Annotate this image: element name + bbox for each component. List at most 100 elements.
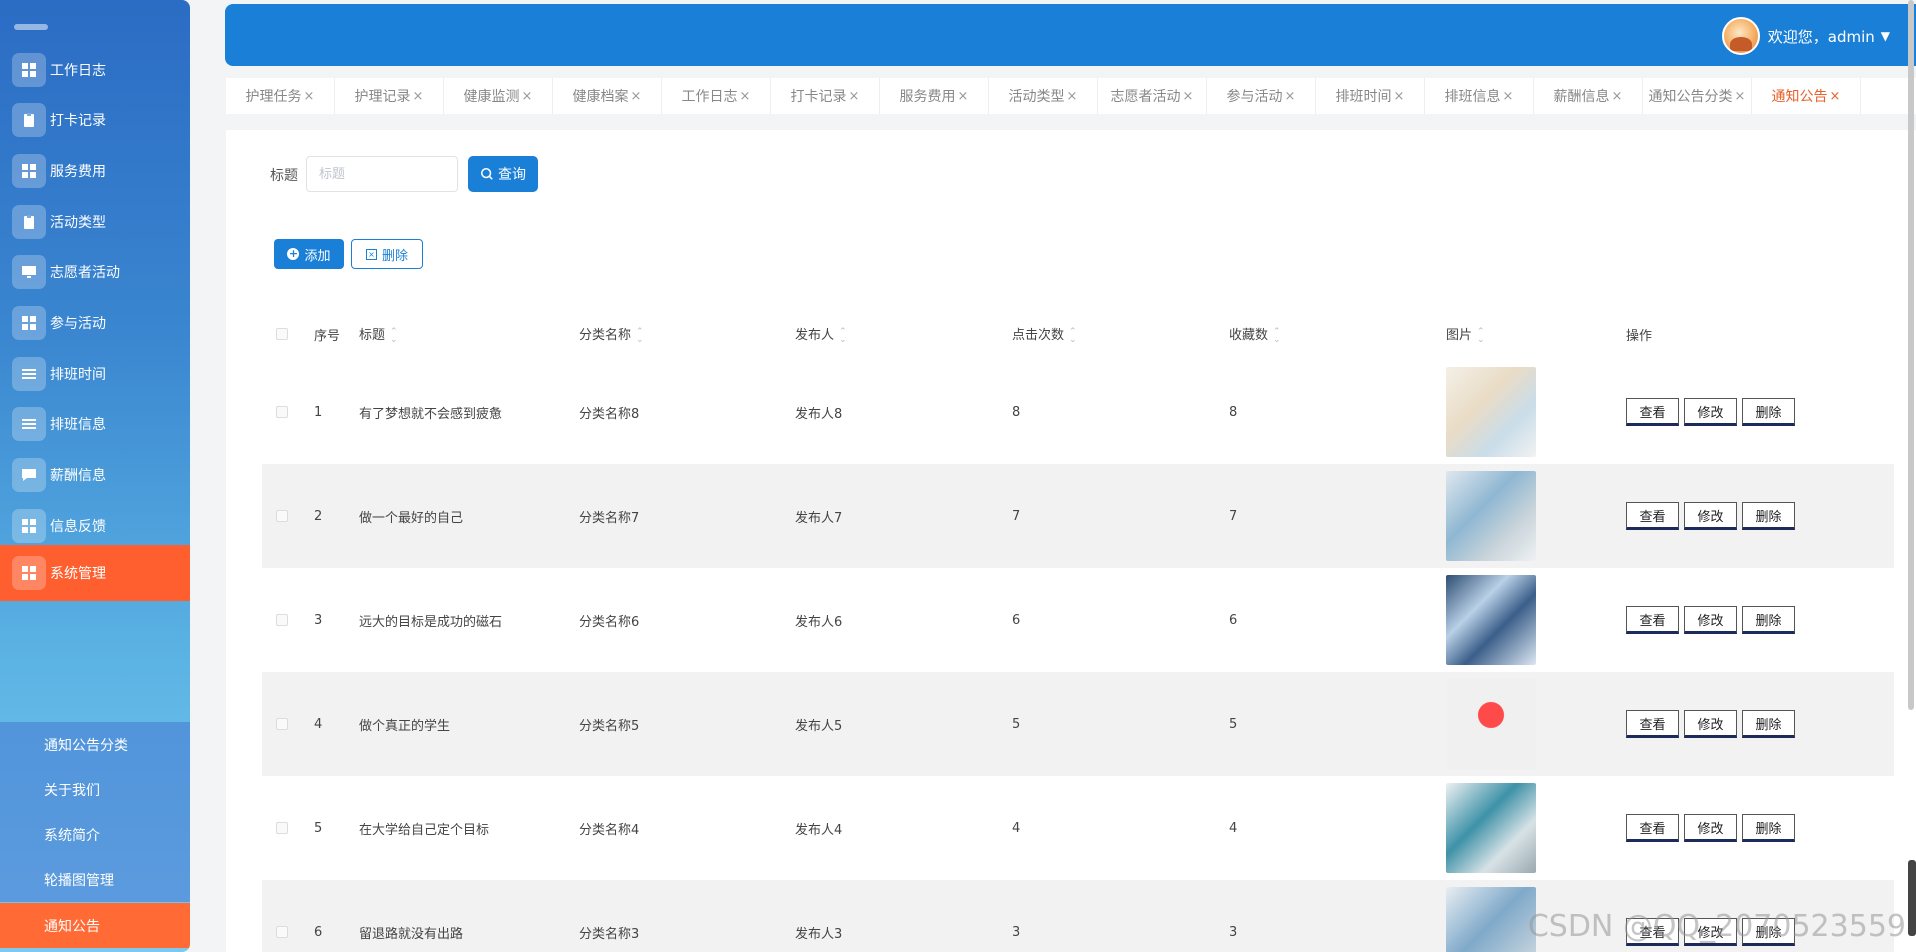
edit-button[interactable]: 修改	[1684, 502, 1737, 530]
sidebar-sub-item-0[interactable]: 通知公告分类	[0, 722, 190, 767]
header-category[interactable]: 分类名称 ⌃ ⌄	[579, 324, 795, 344]
row-checkbox[interactable]	[276, 614, 288, 626]
edit-button[interactable]: 修改	[1684, 398, 1737, 426]
view-button[interactable]: 查看	[1626, 710, 1679, 738]
edit-button[interactable]: 修改	[1684, 710, 1737, 738]
row-checkbox[interactable]	[276, 926, 288, 938]
sidebar-sub-item-4[interactable]: 通知公告	[0, 903, 190, 948]
tab-9[interactable]: 参与活动 ×	[1207, 78, 1316, 114]
sidebar-item-0[interactable]: 工作日志	[0, 42, 190, 98]
header-favorites[interactable]: 收藏数 ⌃ ⌄	[1229, 324, 1446, 344]
tab-0[interactable]: 护理任务 ×	[226, 78, 335, 114]
grid-icon	[12, 556, 46, 590]
chat-icon	[12, 458, 46, 492]
close-icon[interactable]: ×	[1830, 89, 1841, 104]
add-button[interactable]: + 添加	[274, 239, 344, 269]
row-checkbox[interactable]	[276, 510, 288, 522]
row-checkbox[interactable]	[276, 406, 288, 418]
tab-label: 服务费用	[899, 89, 956, 105]
sidebar-item-10[interactable]: 系统管理	[0, 545, 190, 601]
row-delete-button[interactable]: 删除	[1742, 502, 1795, 530]
scrollbar-handle[interactable]	[1908, 860, 1916, 936]
user-menu[interactable]: 欢迎您，admin ▼	[1721, 17, 1890, 55]
cell-favorites: 7	[1229, 508, 1238, 524]
tab-4[interactable]: 工作日志 ×	[662, 78, 771, 114]
header-clicks[interactable]: 点击次数 ⌃ ⌄	[1012, 324, 1229, 344]
edit-button[interactable]: 修改	[1684, 606, 1737, 634]
sidebar-item-1[interactable]: 打卡记录	[0, 92, 190, 148]
close-icon[interactable]: ×	[958, 89, 969, 104]
view-button[interactable]: 查看	[1626, 502, 1679, 530]
cell-publisher: 发布人6	[795, 614, 843, 630]
row-delete-button[interactable]: 删除	[1742, 710, 1795, 738]
row-delete-button[interactable]: 删除	[1742, 606, 1795, 634]
sidebar-item-label: 排班时间	[50, 367, 106, 383]
close-icon[interactable]: ×	[1612, 89, 1623, 104]
tab-14[interactable]: 通知公告 ×	[1752, 78, 1861, 114]
tab-7[interactable]: 活动类型 ×	[989, 78, 1098, 114]
page-scrollbar[interactable]	[1906, 0, 1916, 952]
row-checkbox[interactable]	[276, 822, 288, 834]
view-button[interactable]: 查看	[1626, 814, 1679, 842]
tab-6[interactable]: 服务费用 ×	[880, 78, 989, 114]
close-icon[interactable]: ×	[740, 89, 751, 104]
sidebar-item-6[interactable]: 排班时间	[0, 346, 190, 402]
sidebar-item-8[interactable]: 薪酬信息	[0, 447, 190, 503]
edit-button[interactable]: 修改	[1684, 814, 1737, 842]
close-icon[interactable]: ×	[304, 89, 315, 104]
row-delete-button[interactable]: 删除	[1742, 398, 1795, 426]
tab-1[interactable]: 护理记录 ×	[335, 78, 444, 114]
close-icon[interactable]: ×	[631, 89, 642, 104]
sidebar: 工作日志 打卡记录 服务费用 活动类型 志愿者活动 参与活动 排班时间 排班信息 薪酬信息 信息反…	[0, 0, 190, 952]
tab-8[interactable]: 志愿者活动 ×	[1098, 78, 1207, 114]
sidebar-item-5[interactable]: 参与活动	[0, 295, 190, 351]
caret-down-icon: ▼	[1880, 29, 1890, 43]
sidebar-item-4[interactable]: 志愿者活动	[0, 244, 190, 300]
sidebar-sub-item-3[interactable]: 轮播图管理	[0, 857, 190, 902]
select-all-checkbox[interactable]	[276, 328, 288, 340]
tab-12[interactable]: 薪酬信息 ×	[1534, 78, 1643, 114]
tab-13[interactable]: 通知公告分类 ×	[1643, 78, 1752, 114]
sidebar-item-7[interactable]: 排班信息	[0, 396, 190, 452]
close-icon[interactable]: ×	[1503, 89, 1514, 104]
close-icon[interactable]: ×	[1067, 89, 1078, 104]
tab-11[interactable]: 排班信息 ×	[1425, 78, 1534, 114]
header-publisher[interactable]: 发布人 ⌃ ⌄	[795, 324, 1012, 344]
cell-publisher: 发布人5	[795, 718, 843, 734]
table-row: 1 有了梦想就不会感到疲惫 分类名称8 发布人8 8 8 查看 修改 删除	[262, 360, 1894, 464]
sidebar-item-3[interactable]: 活动类型	[0, 194, 190, 250]
row-checkbox[interactable]	[276, 718, 288, 730]
title-search-input[interactable]	[306, 156, 458, 192]
header-image[interactable]: 图片 ⌃ ⌄	[1446, 324, 1626, 344]
close-icon[interactable]: ×	[1183, 89, 1194, 104]
scrollbar-thumb[interactable]	[1908, 0, 1914, 710]
tab-3[interactable]: 健康档案 ×	[553, 78, 662, 114]
delete-button[interactable]: × 删除	[351, 239, 423, 269]
tab-2[interactable]: 健康监测 ×	[444, 78, 553, 114]
tab-label: 打卡记录	[790, 89, 847, 105]
cell-title: 留退路就没有出路	[359, 926, 464, 942]
tab-label: 志愿者活动	[1110, 89, 1181, 105]
search-icon	[480, 167, 493, 180]
sidebar-sub-item-2[interactable]: 系统简介	[0, 812, 190, 857]
query-button[interactable]: 查询	[468, 156, 538, 192]
close-icon[interactable]: ×	[1394, 89, 1405, 104]
header-title[interactable]: 标题 ⌃ ⌄	[359, 324, 579, 344]
tab-5[interactable]: 打卡记录 ×	[771, 78, 880, 114]
cell-category: 分类名称7	[579, 510, 640, 526]
sidebar-item-label: 打卡记录	[50, 113, 106, 129]
tab-label: 活动类型	[1008, 89, 1065, 105]
close-icon[interactable]: ×	[413, 89, 424, 104]
view-button[interactable]: 查看	[1626, 606, 1679, 634]
view-button[interactable]: 查看	[1626, 398, 1679, 426]
avatar	[1721, 17, 1760, 55]
close-icon[interactable]: ×	[522, 89, 533, 104]
close-icon[interactable]: ×	[1285, 89, 1296, 104]
row-delete-button[interactable]: 删除	[1742, 814, 1795, 842]
sidebar-item-2[interactable]: 服务费用	[0, 143, 190, 199]
close-icon[interactable]: ×	[849, 89, 860, 104]
sidebar-sub-item-1[interactable]: 关于我们	[0, 767, 190, 812]
tab-10[interactable]: 排班时间 ×	[1316, 78, 1425, 114]
sidebar-item-label: 参与活动	[50, 316, 106, 332]
close-icon[interactable]: ×	[1735, 89, 1746, 104]
